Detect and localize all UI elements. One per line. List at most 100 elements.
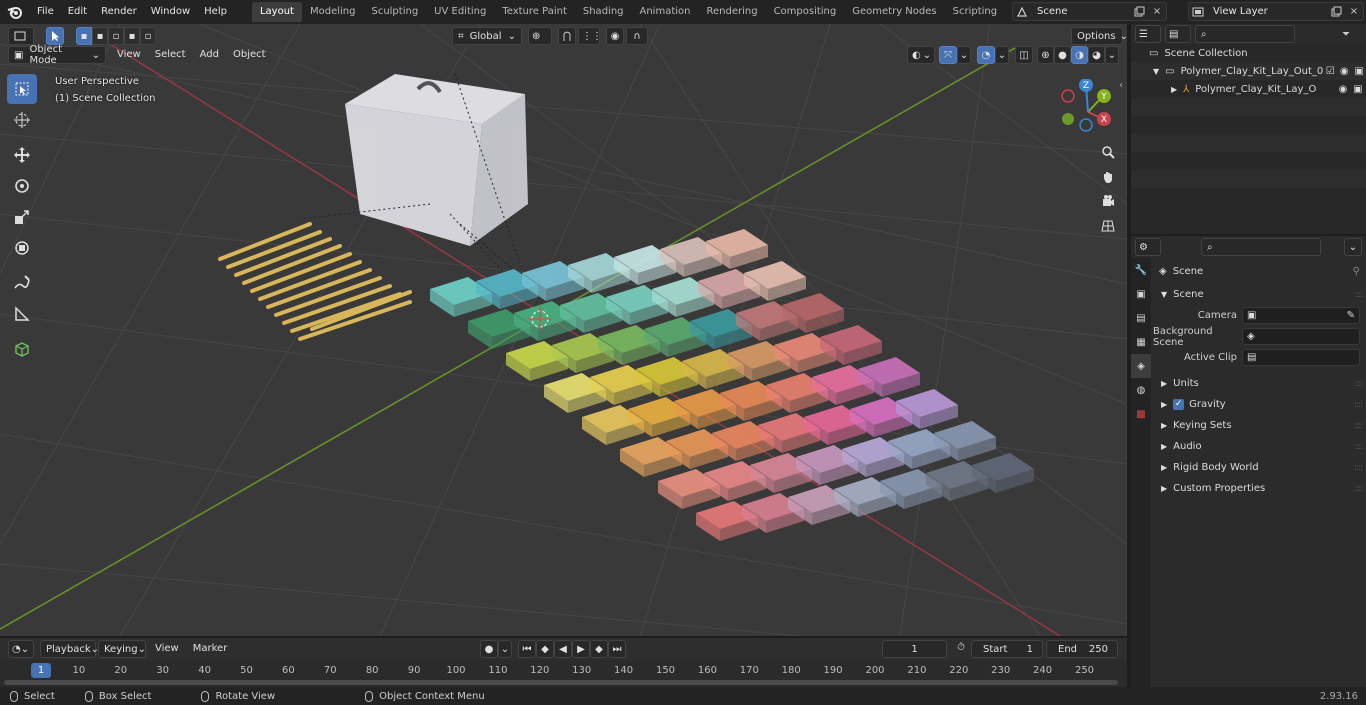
transform-tool[interactable] [7,233,37,263]
snap-toggle[interactable]: ⋂ [558,27,576,45]
panel-units-header[interactable]: ▶ Units :::: [1153,373,1366,394]
tab-texture-paint[interactable]: Texture Paint [494,2,575,22]
falloff-button[interactable]: ∩ [626,27,648,45]
pivot-point-button[interactable]: ⊕ [528,27,552,45]
panel-rigid-body-world-header[interactable]: ▶ Rigid Body World :::: [1153,457,1366,478]
viewport-menu-object[interactable]: Object [226,46,273,64]
drag-handle-icon[interactable]: :::: [1354,290,1363,300]
view-layer-tab-icon[interactable]: ▦ [1131,330,1151,354]
exclude-checkbox-icon[interactable]: ☑ [1323,66,1337,77]
move-tool[interactable] [7,140,37,170]
gizmo-dropdown[interactable]: ⌄ [957,46,971,64]
outliner-row-scene-collection[interactable]: ▭ Scene Collection [1131,44,1366,62]
tab-compositing[interactable]: Compositing [766,2,845,22]
tab-uv-editing[interactable]: UV Editing [426,2,494,22]
camera-render-icon[interactable]: ▣ [1351,66,1366,77]
viewport-menu-view[interactable]: View [110,46,148,64]
shading-dropdown[interactable]: ⌄ [1105,46,1119,64]
tab-shading[interactable]: Shading [575,2,632,22]
duplicate-scene-icon[interactable] [1130,3,1148,20]
drag-handle-icon[interactable]: :::: [1354,484,1363,494]
timeline-menu-marker[interactable]: Marker [186,640,235,658]
select-new-icon[interactable]: ▪ [76,27,92,45]
proportional-edit-toggle[interactable]: ◉ [606,27,624,45]
stopwatch-icon[interactable]: ⏱ [953,642,969,653]
shading-wireframe-button[interactable]: ⊕ [1037,46,1054,64]
properties-editor-type-button[interactable]: ⚙ [1135,238,1161,256]
tab-animation[interactable]: Animation [632,2,699,22]
tab-layout[interactable]: Layout [251,2,302,22]
outliner-row-collection[interactable]: ▼ ▭ Polymer_Clay_Kit_Lay_Out_0 ☑ ◉ ▣ [1131,62,1366,80]
select-tool-button[interactable] [46,27,64,45]
add-cube-tool[interactable] [7,334,37,364]
jump-end-button[interactable]: ⏭ [608,640,626,658]
snap-target-button[interactable]: ⋮⋮ [578,27,602,45]
annotate-tool[interactable] [7,268,37,298]
drag-handle-icon[interactable]: :::: [1354,442,1363,452]
drag-handle-icon[interactable]: :::: [1354,400,1363,410]
timeline-menu-view[interactable]: View [148,640,186,658]
select-extend-icon[interactable]: ▪ [92,27,108,45]
tab-modeling[interactable]: Modeling [302,2,364,22]
visibility-dropdown[interactable]: ◐ ⌄ [907,46,935,64]
xray-toggle[interactable]: ◫ [1015,46,1033,64]
cursor-tool[interactable] [7,105,37,135]
select-intersect-icon[interactable]: ▫ [140,27,156,45]
tab-geometry-nodes[interactable]: Geometry Nodes [844,2,944,22]
gravity-checkbox[interactable]: ✓ [1173,399,1185,410]
select-box-tool[interactable] [7,74,37,104]
shading-rendered-button[interactable]: ◕ [1088,46,1105,64]
start-frame-field[interactable]: Start 1 [971,640,1043,658]
panel-custom-properties-header[interactable]: ▶ Custom Properties :::: [1153,478,1366,499]
camera-view-button[interactable] [1097,190,1119,212]
outliner-search-input[interactable]: ⌕ [1195,25,1295,43]
next-keyframe-button[interactable]: ◆ [590,640,608,658]
properties-options-button[interactable]: ⌄ [1344,238,1362,256]
shading-material-button[interactable]: ◑ [1071,46,1088,64]
drag-handle-icon[interactable]: :::: [1354,379,1363,389]
overlays-dropdown[interactable]: ⌄ [995,46,1009,64]
scale-tool[interactable] [7,202,37,232]
playhead[interactable]: 1 [31,663,51,678]
options-dropdown[interactable]: Options ⌄ [1071,27,1127,45]
blender-logo-icon[interactable] [0,0,30,24]
prev-keyframe-button[interactable]: ◆ [536,640,554,658]
shading-solid-button[interactable]: ● [1054,46,1071,64]
play-button[interactable]: ▶ [572,640,590,658]
panel-keying-sets-header[interactable]: ▶ Keying Sets :::: [1153,415,1366,436]
measure-tool[interactable] [7,299,37,329]
pan-view-button[interactable] [1097,166,1119,188]
toggle-perspective-button[interactable] [1097,215,1119,237]
3d-viewport[interactable]: ▪ ▪ ▫ ▪ ▫ ⌗ Global ⌄ ⊕ ⋂ ⋮⋮ ◉ ∩ Options … [0,24,1127,636]
editor-type-button[interactable] [8,27,34,45]
timeline-scrollbar[interactable] [4,680,1118,685]
select-subtract-icon[interactable]: ▫ [108,27,124,45]
jump-start-button[interactable]: ⏮ [518,640,536,658]
drag-handle-icon[interactable]: :::: [1354,463,1363,473]
menu-help[interactable]: Help [197,0,234,24]
menu-file[interactable]: File [30,0,61,24]
play-reverse-button[interactable]: ◀ [554,640,572,658]
auto-keying-toggle[interactable]: ● [480,640,498,658]
eye-icon[interactable]: ◉ [1336,84,1350,95]
eyedropper-icon[interactable]: ✎ [1347,310,1355,321]
scene-selector[interactable]: Scene × [1012,2,1167,21]
frame-ruler[interactable]: 1 10 20 30 40 50 60 70 80 90 100 110 120 130 140 150 16… [0,662,1127,680]
gizmo-toggle[interactable]: ⤧ [939,46,957,64]
menu-edit[interactable]: Edit [61,0,94,24]
pin-icon[interactable]: ⚲ [1353,266,1360,277]
panel-scene-header[interactable]: ▼ Scene :::: [1153,284,1366,305]
world-tab-icon[interactable]: ◍ [1131,378,1151,402]
menu-window[interactable]: Window [144,0,197,24]
tab-rendering[interactable]: Rendering [698,2,765,22]
sidebar-toggle-icon[interactable]: ‹ [1119,80,1123,91]
panel-audio-header[interactable]: ▶ Audio :::: [1153,436,1366,457]
filter-icon[interactable]: ⏷ [1342,29,1350,40]
output-tab-icon[interactable]: ▤ [1131,306,1151,330]
tab-scripting[interactable]: Scripting [945,2,1005,22]
navigation-gizmo[interactable]: X Y Z [1055,79,1125,149]
camera-render-icon[interactable]: ▣ [1350,84,1366,95]
auto-keying-dropdown[interactable]: ⌄ [498,640,512,658]
object-mode-dropdown[interactable]: ▣ Object Mode ⌄ [8,44,106,66]
eye-icon[interactable]: ◉ [1337,66,1351,77]
